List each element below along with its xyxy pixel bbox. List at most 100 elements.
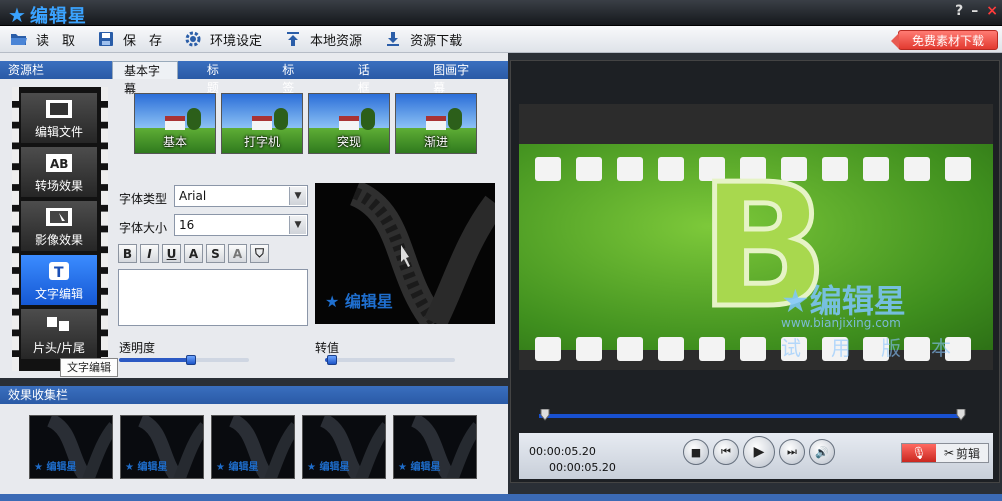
italic-button[interactable]: I [140,244,159,263]
chevron-down-icon: ▼ [289,216,306,234]
sidebar-item-intro-outro[interactable]: 片头/片尾 [21,309,97,359]
preset-basic[interactable]: 基本 [134,93,216,154]
play-icon: ▶ [753,444,765,460]
sidebar-item-edit-file[interactable]: 编辑文件 [21,93,97,143]
collected-effect-tile[interactable]: ★ 编辑星 [211,415,295,479]
tile-watermark: ★ 编辑星 [307,462,350,473]
bold-button[interactable]: B [118,244,137,263]
cut-label: 剪辑 [956,446,981,461]
collected-effect-tile[interactable]: ★ 编辑星 [393,415,477,479]
collected-effect-tile[interactable]: ★ 编辑星 [29,415,113,479]
film-perforation [658,337,684,361]
window-controls: ? – × [955,3,998,19]
seek-start-marker[interactable] [540,409,550,421]
film-perforation [576,337,602,361]
resource-panel: 资源栏 基本字幕 标 题 标 签 话 框 图画字幕 编辑文件 AB 转场效果 影… [0,53,508,378]
skip-back-icon: ⏮ [721,445,731,458]
fill-bucket-icon[interactable]: ⛉ [250,244,269,263]
video-watermark-sub: 试用版本 [781,336,981,360]
sidebar-item-label: 影像效果 [34,233,83,247]
effect-preview: ★ 编辑星 [315,183,495,324]
preset-label: 突现 [336,135,361,149]
tooltip: 文字编辑 [60,358,118,377]
preset-label: 基本 [162,135,187,149]
seek-bar[interactable] [519,409,993,423]
opacity-slider-knob[interactable] [186,355,196,365]
tab-title[interactable]: 标 题 [196,61,249,95]
free-material-download-button[interactable]: 免费素材下载 [891,30,998,50]
film-perforation [576,157,602,181]
speaker-icon: 🔊 [815,445,829,459]
microphone-icon: 🎙 [911,446,927,460]
text-effect-button[interactable]: A [228,244,247,263]
sidebar-item-image-effect[interactable]: 影像效果 [21,201,97,251]
tile-watermark: ★ 编辑星 [216,462,259,473]
preset-label: 打字机 [243,135,280,149]
rotate-slider-knob[interactable] [327,355,337,365]
floppy-disk-icon [97,30,115,48]
film-perforation [658,157,684,181]
settings-button[interactable]: 环境设定 [184,30,262,49]
tab-speech-box[interactable]: 话 框 [347,61,400,95]
collected-effect-tile[interactable]: ★ 编辑星 [302,415,386,479]
text-shadow-button[interactable]: S [206,244,225,263]
font-size-select[interactable]: 16 ▼ [174,214,308,236]
scissors-icon: ✂ [943,446,955,460]
resource-download-button[interactable]: 资源下载 [384,30,462,49]
close-button[interactable]: × [986,3,998,19]
next-frame-button[interactable]: ⏭ [779,439,805,465]
resource-download-label: 资源下载 [410,33,463,49]
format-toolbar: B I U A S A ⛉ [118,244,269,263]
effect-collection-panel: 效果收集栏 ★ 编辑星 ★ 编辑星 ★ 编辑星 ★ 编辑星 ★ 编辑星 [0,386,508,498]
tab-picture-subtitle[interactable]: 图画字幕 [422,61,486,95]
collected-effect-tile[interactable]: ★ 编辑星 [120,415,204,479]
text-outline-button[interactable]: A [184,244,203,263]
sidebar-item-text-edit[interactable]: T 文字编辑 [21,255,97,305]
font-size-label: 字体大小 [119,221,168,235]
sidebar-item-label: 编辑文件 [34,125,83,139]
main-toolbar: 读 取 保 存 环境设定 本地资源 资源下载 免费素材下载 [0,26,1002,53]
svg-text:AB: AB [50,157,68,171]
preset-pop[interactable]: 突现 [308,93,390,154]
sidebar-item-label: 转场效果 [34,179,83,193]
save-button[interactable]: 保 存 [97,30,162,49]
opacity-slider[interactable] [119,355,249,365]
cut-button[interactable]: ✂ 剪辑 [936,444,988,462]
stop-icon: ■ [690,445,702,459]
sidebar-item-transition[interactable]: AB 转场效果 [21,147,97,197]
rotate-slider[interactable] [325,355,455,365]
gear-icon [184,30,202,48]
underline-button[interactable]: U [162,244,181,263]
volume-button[interactable]: 🔊 [809,439,835,465]
time-current: 00:00:05.20 [529,445,596,458]
previous-frame-button[interactable]: ⏮ [713,439,739,465]
text-t-icon: T [45,260,73,282]
subtitle-text-input[interactable] [118,269,308,326]
tab-label[interactable]: 标 签 [271,61,324,95]
font-type-select[interactable]: Arial ▼ [174,185,308,207]
time-total: 00:00:05.20 [549,461,616,474]
squares-icon [45,314,73,336]
preset-fade-in[interactable]: 渐进 [395,93,477,154]
film-icon [45,98,73,120]
opacity-slider-fill [119,358,191,362]
tile-watermark: ★ 编辑星 [34,462,77,473]
video-watermark-url: www.bianjixing.com [781,316,901,330]
seek-end-marker[interactable] [956,409,966,421]
help-button[interactable]: ? [955,3,963,19]
preset-typewriter[interactable]: 打字机 [221,93,303,154]
open-button[interactable]: 读 取 [10,30,75,49]
title-bar: ★ 编辑星 ? – × [0,0,1002,27]
star-logo-icon: ★ [8,3,26,27]
upload-arrow-icon [284,30,302,48]
stop-button[interactable]: ■ [683,439,709,465]
record-voice-button[interactable]: 🎙 [902,444,936,462]
resource-tabs: 基本字幕 标 题 标 签 话 框 图画字幕 [112,61,508,96]
sidebar-item-label: 片头/片尾 [32,341,86,355]
tab-basic-subtitle[interactable]: 基本字幕 [112,61,178,96]
minimize-button[interactable]: – [971,3,978,19]
tile-watermark: ★ 编辑星 [398,462,441,473]
play-button[interactable]: ▶ [743,436,775,468]
tile-watermark: ★ 编辑星 [125,462,168,473]
local-resource-button[interactable]: 本地资源 [284,30,362,49]
